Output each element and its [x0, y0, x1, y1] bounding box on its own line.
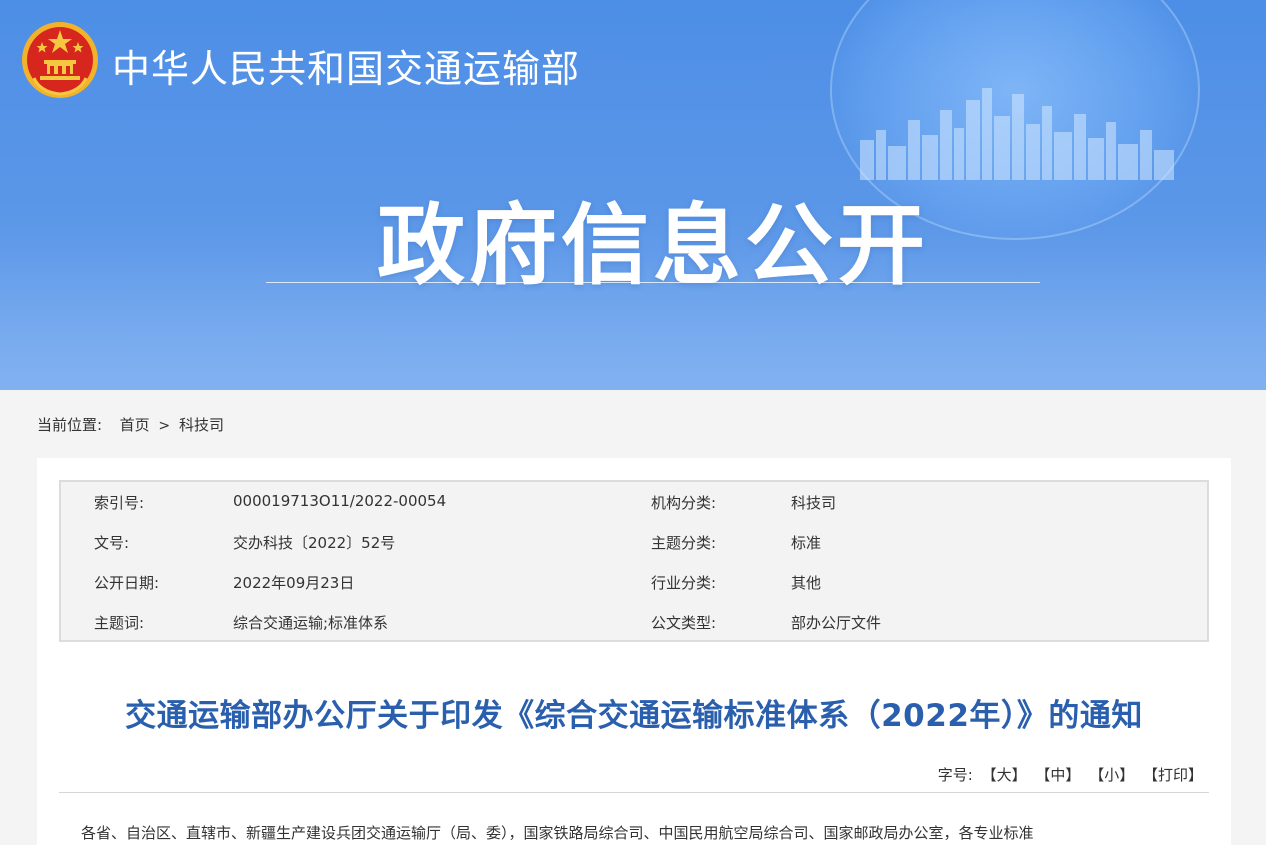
meta-key: 公开日期: [94, 574, 160, 592]
breadcrumb: 当前位置: 首页 > 科技司 [37, 414, 224, 435]
meta-value: 标准 [791, 534, 822, 552]
meta-row: 主题词: 综合交通运输;标准体系 公文类型: 部办公厅文件 [61, 602, 1207, 642]
meta-key: 公文类型: [651, 614, 717, 632]
meta-value: 部办公厅文件 [791, 614, 882, 632]
document-metadata-table: 索引号: 000019713O11/2022-00054 机构分类: 科技司 文… [59, 480, 1209, 642]
meta-value: 000019713O11/2022-00054 [233, 492, 447, 510]
meta-key: 行业分类: [651, 574, 717, 592]
meta-value: 其他 [791, 574, 822, 592]
meta-key: 主题词: [94, 614, 145, 632]
print-button[interactable]: 【打印】 [1143, 764, 1203, 785]
font-size-medium-button[interactable]: 【中】 [1035, 764, 1080, 785]
meta-value: 交办科技〔2022〕52号 [233, 534, 396, 552]
breadcrumb-label: 当前位置: [37, 416, 103, 434]
breadcrumb-home-link[interactable]: 首页 [120, 414, 150, 435]
content-divider [59, 792, 1209, 793]
meta-value: 综合交通运输;标准体系 [233, 614, 389, 632]
breadcrumb-category-link[interactable]: 科技司 [179, 414, 224, 435]
meta-key: 主题分类: [651, 534, 717, 552]
ministry-name[interactable]: 中华人民共和国交通运输部 [112, 38, 580, 93]
city-skyline-icon [860, 88, 1174, 180]
document-body-text: 各省、自治区、直辖市、新疆生产建设兵团交通运输厅（局、委），国家铁路局综合司、中… [81, 824, 1034, 842]
content-card: 索引号: 000019713O11/2022-00054 机构分类: 科技司 文… [37, 458, 1231, 845]
font-size-small-button[interactable]: 【小】 [1089, 764, 1134, 785]
meta-row: 索引号: 000019713O11/2022-00054 机构分类: 科技司 [61, 482, 1207, 522]
meta-value: 科技司 [791, 494, 837, 512]
document-title: 交通运输部办公厅关于印发《综合交通运输标准体系（2022年）》的通知 [125, 698, 1143, 734]
header-banner: 中华人民共和国交通运输部 政府信息公开 [0, 0, 1266, 390]
meta-key: 索引号: [94, 494, 145, 512]
meta-row: 公开日期: 2022年09月23日 行业分类: 其他 [61, 562, 1207, 602]
meta-row: 文号: 交办科技〔2022〕52号 主题分类: 标准 [61, 522, 1207, 562]
font-size-label: 字号: [937, 766, 973, 784]
banner-underline [266, 282, 1040, 283]
font-size-large-button[interactable]: 【大】 [982, 764, 1027, 785]
meta-value: 2022年09月23日 [233, 574, 355, 592]
meta-key: 机构分类: [651, 494, 717, 512]
font-size-controls: 字号: 【大】 【中】 【小】 【打印】 [938, 764, 1203, 785]
national-emblem-icon [22, 22, 98, 98]
breadcrumb-separator: > [158, 418, 171, 434]
meta-key: 文号: [94, 534, 130, 552]
